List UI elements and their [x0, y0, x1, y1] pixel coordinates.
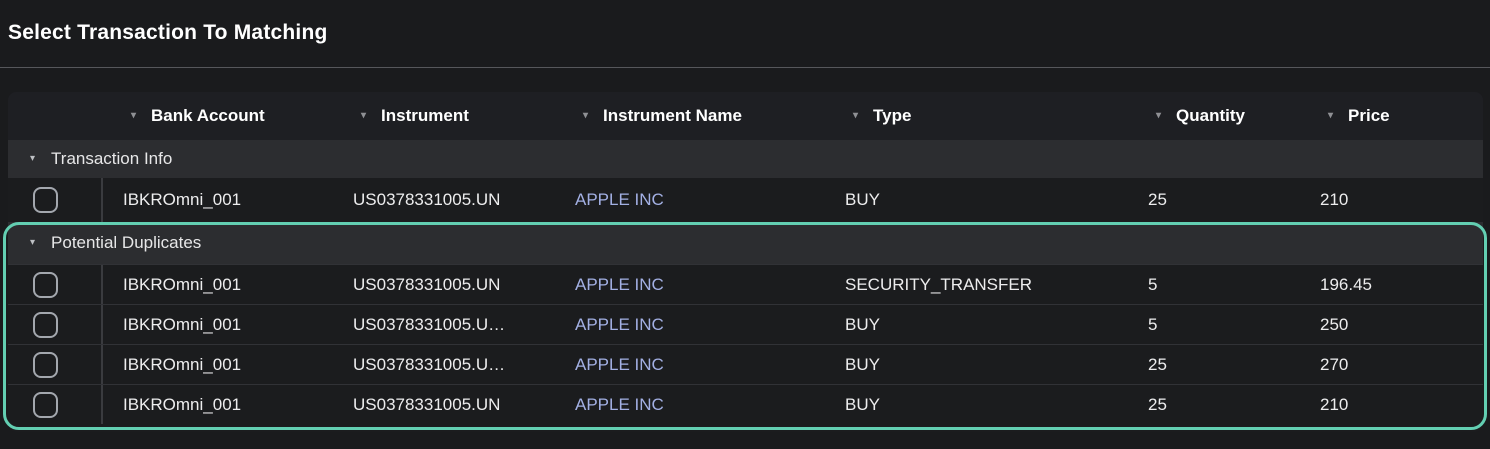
column-header-instrument[interactable]: ▾ Instrument: [333, 92, 555, 140]
page-header: Select Transaction To Matching: [0, 0, 1490, 68]
cell-instrument-name[interactable]: APPLE INC: [555, 305, 825, 344]
cell-price: 210: [1300, 385, 1483, 424]
cell-bank-account: IBKROmni_001: [103, 178, 333, 222]
sort-dropdown-icon[interactable]: ▾: [131, 110, 136, 121]
cell-quantity: 25: [1128, 345, 1300, 384]
collapse-icon[interactable]: ▾: [30, 237, 35, 248]
table-header-row: ▾ Bank Account ▾ Instrument ▾ Instrument…: [8, 92, 1483, 140]
checkbox-column-header: [8, 92, 103, 140]
column-header-instrument-name[interactable]: ▾ Instrument Name: [555, 92, 825, 140]
cell-instrument-name[interactable]: APPLE INC: [555, 345, 825, 384]
page-title: Select Transaction To Matching: [8, 21, 1482, 45]
group-header-potential-duplicates[interactable]: ▾ Potential Duplicates: [8, 222, 1483, 264]
cell-quantity: 25: [1128, 178, 1300, 222]
column-label: Price: [1348, 106, 1390, 126]
column-label: Bank Account: [151, 106, 265, 126]
row-checkbox[interactable]: [33, 312, 58, 338]
table-row: IBKROmni_001 US0378331005.U… APPLE INC B…: [8, 304, 1483, 344]
group-label: Transaction Info: [51, 149, 172, 169]
cell-bank-account: IBKROmni_001: [103, 385, 333, 424]
checkbox-cell: [8, 178, 103, 222]
cell-quantity: 5: [1128, 265, 1300, 304]
group-header-transaction-info[interactable]: ▾ Transaction Info: [8, 140, 1483, 178]
cell-type: BUY: [825, 178, 1128, 222]
column-label: Type: [873, 106, 911, 126]
checkbox-cell: [8, 345, 103, 384]
table-row: IBKROmni_001 US0378331005.UN APPLE INC B…: [8, 178, 1483, 222]
row-checkbox[interactable]: [33, 187, 58, 213]
column-header-type[interactable]: ▾ Type: [825, 92, 1128, 140]
cell-bank-account: IBKROmni_001: [103, 345, 333, 384]
sort-dropdown-icon[interactable]: ▾: [1156, 110, 1161, 121]
table-row: IBKROmni_001 US0378331005.UN APPLE INC S…: [8, 264, 1483, 304]
group-label: Potential Duplicates: [51, 233, 201, 253]
cell-bank-account: IBKROmni_001: [103, 265, 333, 304]
row-checkbox[interactable]: [33, 272, 58, 298]
cell-bank-account: IBKROmni_001: [103, 305, 333, 344]
checkbox-cell: [8, 385, 103, 424]
cell-instrument: US0378331005.U…: [333, 345, 555, 384]
sort-dropdown-icon[interactable]: ▾: [361, 110, 366, 121]
cell-type: BUY: [825, 305, 1128, 344]
checkbox-cell: [8, 305, 103, 344]
cell-type: BUY: [825, 345, 1128, 384]
table-row: IBKROmni_001 US0378331005.U… APPLE INC B…: [8, 344, 1483, 384]
cell-type: SECURITY_TRANSFER: [825, 265, 1128, 304]
cell-instrument: US0378331005.UN: [333, 178, 555, 222]
cell-type: BUY: [825, 385, 1128, 424]
column-label: Quantity: [1176, 106, 1245, 126]
column-label: Instrument: [381, 106, 469, 126]
cell-instrument: US0378331005.UN: [333, 265, 555, 304]
sort-dropdown-icon[interactable]: ▾: [583, 110, 588, 121]
sort-dropdown-icon[interactable]: ▾: [1328, 110, 1333, 121]
cell-instrument-name[interactable]: APPLE INC: [555, 265, 825, 304]
cell-instrument-name[interactable]: APPLE INC: [555, 385, 825, 424]
table-row: IBKROmni_001 US0378331005.UN APPLE INC B…: [8, 384, 1483, 424]
cell-quantity: 5: [1128, 305, 1300, 344]
column-label: Instrument Name: [603, 106, 742, 126]
cell-price: 270: [1300, 345, 1483, 384]
checkbox-cell: [8, 265, 103, 304]
transaction-matching-table: ▾ Bank Account ▾ Instrument ▾ Instrument…: [8, 92, 1483, 432]
cell-price: 210: [1300, 178, 1483, 222]
cell-instrument-name[interactable]: APPLE INC: [555, 178, 825, 222]
cell-quantity: 25: [1128, 385, 1300, 424]
sort-dropdown-icon[interactable]: ▾: [853, 110, 858, 121]
column-header-quantity[interactable]: ▾ Quantity: [1128, 92, 1300, 140]
cell-instrument: US0378331005.U…: [333, 305, 555, 344]
row-checkbox[interactable]: [33, 352, 58, 378]
column-header-bank-account[interactable]: ▾ Bank Account: [103, 92, 333, 140]
row-checkbox[interactable]: [33, 392, 58, 418]
collapse-icon[interactable]: ▾: [30, 153, 35, 164]
cell-price: 196.45: [1300, 265, 1483, 304]
cell-price: 250: [1300, 305, 1483, 344]
cell-instrument: US0378331005.UN: [333, 385, 555, 424]
column-header-price[interactable]: ▾ Price: [1300, 92, 1483, 140]
